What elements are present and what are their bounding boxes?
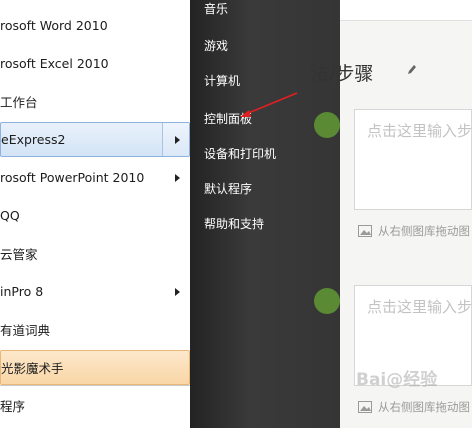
- menu-item-devices-printers[interactable]: 设备和打印机: [204, 145, 276, 162]
- program-label: 工作台: [0, 95, 38, 110]
- program-item-express[interactable]: eExpress2: [0, 122, 190, 157]
- program-item-qq[interactable]: QQ: [0, 198, 190, 233]
- image-icon: [358, 225, 372, 237]
- chevron-right-icon: [175, 135, 180, 144]
- drag-hint-text: 从右侧图库拖动图: [378, 224, 470, 238]
- step-input-placeholder: 点击这里输入步: [367, 298, 472, 316]
- baidu-watermark: Bai@经验: [356, 370, 438, 390]
- program-item-workbench[interactable]: 工作台: [0, 84, 190, 119]
- program-label: rosoft Word 2010: [0, 18, 108, 33]
- program-item-youdao[interactable]: 有道词典: [0, 312, 190, 347]
- menu-item-computer[interactable]: 计算机: [204, 72, 240, 89]
- menu-item-music[interactable]: 音乐: [204, 0, 228, 17]
- program-item-neoimaging[interactable]: 光影魔术手: [0, 350, 190, 385]
- step-number-circle: [314, 112, 340, 138]
- program-label: rosoft Excel 2010: [0, 56, 109, 71]
- menu-item-default-programs[interactable]: 默认程序: [204, 180, 252, 197]
- start-menu-programs-pane: rosoft Word 2010 rosoft Excel 2010 工作台 e…: [0, 0, 190, 428]
- program-label: eExpress2: [1, 132, 66, 147]
- drag-hint-text: 从右侧图库拖动图: [378, 400, 470, 414]
- drag-image-hint[interactable]: 从右侧图库拖动图: [358, 223, 470, 239]
- chevron-right-icon: [175, 287, 180, 296]
- drag-image-hint[interactable]: 从右侧图库拖动图: [358, 399, 470, 415]
- menu-item-control-panel[interactable]: 控制面板: [204, 110, 252, 127]
- step-input-box[interactable]: 点击这里输入步: [354, 109, 472, 210]
- editor-top-bar: [340, 0, 472, 21]
- chevron-right-icon: [175, 173, 180, 182]
- program-label: 光影魔术手: [1, 361, 64, 376]
- program-item-originpro[interactable]: inPro 8: [0, 274, 190, 309]
- step-input-placeholder: 点击这里输入步: [367, 122, 472, 140]
- program-item-excel[interactable]: rosoft Excel 2010: [0, 46, 190, 81]
- program-item-powerpoint[interactable]: rosoft PowerPoint 2010: [0, 160, 190, 195]
- submenu-arrow-box[interactable]: [162, 123, 189, 156]
- pencil-icon[interactable]: [407, 63, 417, 75]
- program-label: rosoft PowerPoint 2010: [0, 170, 145, 185]
- program-label: 云管家: [0, 247, 38, 262]
- menu-item-help-support[interactable]: 帮助和支持: [204, 215, 264, 232]
- menu-item-games[interactable]: 游戏: [204, 37, 228, 54]
- program-label: inPro 8: [0, 284, 44, 299]
- program-label: 程序: [0, 399, 26, 414]
- image-icon: [358, 401, 372, 413]
- program-item-cloud-manager[interactable]: 云管家: [0, 236, 190, 271]
- step-number-circle: [314, 288, 340, 314]
- program-item-word[interactable]: rosoft Word 2010: [0, 8, 190, 43]
- program-label: QQ: [0, 208, 20, 223]
- menu-divider: [0, 385, 190, 386]
- all-programs-item[interactable]: 程序: [0, 388, 190, 423]
- program-label: 有道词典: [0, 323, 51, 338]
- section-title: 法/步骤: [310, 63, 374, 85]
